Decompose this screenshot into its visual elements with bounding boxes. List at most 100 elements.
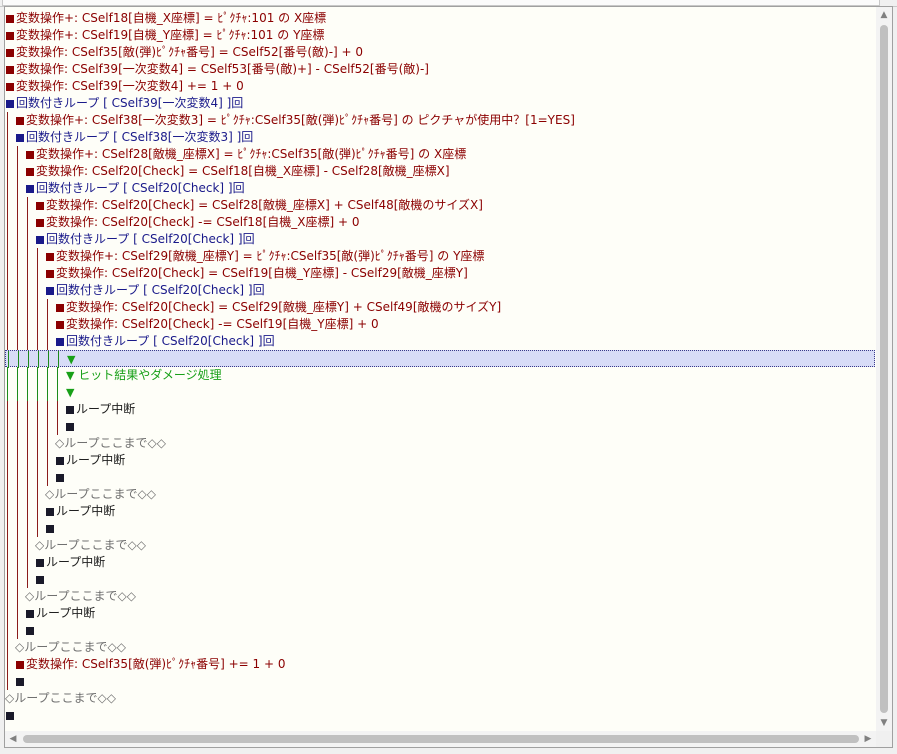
command-line[interactable]: 変数操作: CSelf20[Check] -= CSelf18[自機_X座標] … [5,214,875,231]
indent-guides [5,282,45,299]
indent-guides [5,197,35,214]
command-line[interactable] [5,418,875,435]
command-line[interactable]: 変数操作: CSelf20[Check] = CSelf19[自機_Y座標] -… [5,265,875,282]
command-line[interactable]: 回数付きループ [ CSelf38[一次変数3] ]回 [5,129,875,146]
command-line[interactable]: ▼ ヒット結果やダメージ処理 [5,367,875,384]
command-line[interactable]: 変数操作: CSelf20[Check] = CSelf29[敵機_座標Y] +… [5,299,875,316]
command-text: 変数操作: CSelf35[敵(弾)ﾋﾟｸﾁｬ番号] += 1 + 0 [26,657,286,671]
variable-op-square-icon [6,15,14,23]
loop-square-icon [56,338,64,346]
command-line[interactable]: 変数操作: CSelf20[Check] = CSelf18[自機_X座標] -… [5,163,875,180]
command-line[interactable] [5,571,875,588]
command-line[interactable]: 変数操作: CSelf20[Check] -= CSelf19[自機_Y座標] … [5,316,875,333]
command-line[interactable]: 変数操作+: CSelf38[一次変数3] = ﾋﾟｸﾁｬ:CSelf35[敵(… [5,112,875,129]
variable-op-square-icon [6,32,14,40]
comment-arrow-icon: ▼ [67,353,76,366]
command-line[interactable]: 変数操作+: CSelf29[敵機_座標Y] = ﾋﾟｸﾁｬ:CSelf35[敵… [5,248,875,265]
command-text: 変数操作: CSelf20[Check] = CSelf29[敵機_座標Y] +… [66,300,502,314]
command-line[interactable] [5,520,875,537]
command-line[interactable]: 変数操作+: CSelf28[敵機_座標X] = ﾋﾟｸﾁｬ:CSelf35[敵… [5,146,875,163]
indent-guides [5,401,65,418]
variable-op-square-icon [46,270,54,278]
variable-op-square-icon [6,66,14,74]
command-line[interactable]: ループ中断 [5,401,875,418]
command-text: ◇ループここまで◇◇ [55,436,166,450]
command-line[interactable]: ◇ループここまで◇◇ [5,639,875,656]
horizontal-scroll-thumb[interactable] [23,735,859,743]
variable-op-square-icon [16,117,24,125]
command-line[interactable]: ◇ループここまで◇◇ [5,435,875,452]
command-line[interactable]: 回数付きループ [ CSelf20[Check] ]回 [5,282,875,299]
command-line[interactable] [5,469,875,486]
vertical-scroll-thumb[interactable] [880,25,888,713]
command-text: 変数操作: CSelf20[Check] = CSelf19[自機_Y座標] -… [56,266,468,280]
command-line[interactable]: 変数操作+: CSelf18[自機_X座標] = ﾋﾟｸﾁｬ:101 の X座標 [5,10,875,27]
command-line[interactable]: 変数操作: CSelf35[敵(弾)ﾋﾟｸﾁｬ番号] += 1 + 0 [5,656,875,673]
indent-guides [5,180,25,197]
command-text: ループ中断 [46,555,106,569]
event-command-panel: 変数操作+: CSelf18[自機_X座標] = ﾋﾟｸﾁｬ:101 の X座標… [4,6,893,748]
command-text: ◇ループここまで◇◇ [5,691,116,705]
command-line[interactable]: ループ中断 [5,503,875,520]
command-line[interactable]: 回数付きループ [ CSelf20[Check] ]回 [5,180,875,197]
loop-square-icon [46,287,54,295]
vertical-scrollbar[interactable]: ▲ ▼ [876,7,892,731]
indent-guides [5,231,35,248]
variable-op-square-icon [16,661,24,669]
variable-op-square-icon [56,304,64,312]
command-text: 回数付きループ [ CSelf38[一次変数3] ]回 [26,130,254,144]
indent-guides [5,129,15,146]
command-line[interactable]: 変数操作: CSelf39[一次変数4] += 1 + 0 [5,78,875,95]
end-square-icon [26,627,34,635]
end-square-icon [66,423,74,431]
command-text: ヒット結果やダメージ処理 [74,368,222,382]
indent-guides [5,112,15,129]
command-line[interactable]: ループ中断 [5,605,875,622]
command-text: 回数付きループ [ CSelf39[一次変数4] ]回 [16,96,244,110]
scroll-left-arrow-icon[interactable]: ◀ [5,731,21,747]
command-text: 回数付きループ [ CSelf20[Check] ]回 [36,181,245,195]
variable-op-square-icon [26,168,34,176]
command-text: ループ中断 [56,504,116,518]
loop-square-icon [16,134,24,142]
command-line[interactable]: 回数付きループ [ CSelf20[Check] ]回 [5,333,875,350]
end-square-icon [66,406,74,414]
command-line[interactable]: ◇ループここまで◇◇ [5,486,875,503]
end-square-icon [56,474,64,482]
command-line[interactable]: 変数操作+: CSelf19[自機_Y座標] = ﾋﾟｸﾁｬ:101 の Y座標 [5,27,875,44]
command-line[interactable]: 変数操作: CSelf39[一次変数4] = CSelf53[番号(敵)+] -… [5,61,875,78]
scroll-down-arrow-icon[interactable]: ▼ [876,715,892,731]
command-line[interactable]: ◇ループここまで◇◇ [5,588,875,605]
command-line[interactable]: ループ中断 [5,452,875,469]
command-text: ◇ループここまで◇◇ [25,589,136,603]
indent-guides [5,571,35,588]
command-text: 変数操作: CSelf20[Check] -= CSelf18[自機_X座標] … [46,215,360,229]
command-line[interactable]: ◇ループここまで◇◇ [5,690,875,707]
loop-square-icon [36,236,44,244]
event-command-list[interactable]: 変数操作+: CSelf18[自機_X座標] = ﾋﾟｸﾁｬ:101 の X座標… [5,7,877,731]
indent-guides [5,299,55,316]
scroll-right-arrow-icon[interactable]: ▶ [860,731,876,747]
command-line[interactable] [5,673,875,690]
horizontal-scrollbar[interactable]: ◀ ▶ [5,731,892,747]
command-line[interactable] [5,707,875,724]
scroll-up-arrow-icon[interactable]: ▲ [876,7,892,23]
command-line[interactable]: ▼ [5,350,875,368]
command-line[interactable] [5,622,875,639]
indent-guides [5,622,25,639]
command-line[interactable]: ◇ループここまで◇◇ [5,537,875,554]
indent-guides [5,520,45,537]
indent-guides [5,333,55,350]
command-line[interactable]: ▼ [5,384,875,401]
command-line[interactable]: 変数操作: CSelf35[敵(弾)ﾋﾟｸﾁｬ番号] = CSelf52[番号(… [5,44,875,61]
command-line[interactable]: ループ中断 [5,554,875,571]
command-text: 変数操作+: CSelf18[自機_X座標] = ﾋﾟｸﾁｬ:101 の X座標 [16,11,327,25]
command-text: 回数付きループ [ CSelf20[Check] ]回 [56,283,265,297]
command-text: 変数操作+: CSelf29[敵機_座標Y] = ﾋﾟｸﾁｬ:CSelf35[敵… [56,249,485,263]
command-text: 変数操作+: CSelf38[一次変数3] = ﾋﾟｸﾁｬ:CSelf35[敵(… [26,113,575,127]
command-line[interactable]: 回数付きループ [ CSelf39[一次変数4] ]回 [5,95,875,112]
command-line[interactable]: 回数付きループ [ CSelf20[Check] ]回 [5,231,875,248]
variable-op-square-icon [6,49,14,57]
command-line[interactable]: 変数操作: CSelf20[Check] = CSelf28[敵機_座標X] +… [5,197,875,214]
command-text: 変数操作: CSelf39[一次変数4] = CSelf53[番号(敵)+] -… [16,62,429,76]
